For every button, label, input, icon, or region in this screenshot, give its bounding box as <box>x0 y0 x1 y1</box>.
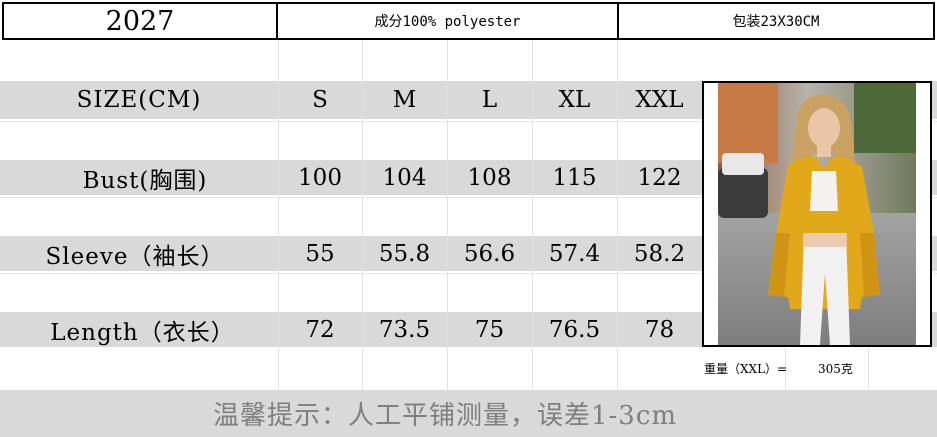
length-xl: 76.5 <box>548 316 601 343</box>
package-text: 包装23X30CM <box>732 14 820 30</box>
product-code: 2027 <box>105 5 175 37</box>
measurement-note: 温馨提示：人工平铺测量，误差1-3cm <box>212 401 678 431</box>
size-l: L <box>481 87 498 113</box>
sleeve-xl: 57.4 <box>548 240 601 267</box>
sleeve-m: 55.8 <box>378 240 431 267</box>
product-photo <box>702 81 932 347</box>
sleeve-label: Sleeve（袖长） <box>45 243 225 270</box>
sleeve-xxl: 58.2 <box>633 240 686 267</box>
bust-l: 108 <box>467 164 512 191</box>
length-s: 72 <box>305 316 335 343</box>
bust-s: 100 <box>298 164 342 191</box>
size-xl: XL <box>558 87 591 113</box>
bust-label: Bust(胸围) <box>82 167 208 194</box>
bust-m: 104 <box>382 164 427 191</box>
sleeve-s: 55 <box>305 240 335 267</box>
grid-line <box>868 347 869 390</box>
package-cell: 包装23X30CM <box>617 2 935 40</box>
size-s: S <box>312 87 328 113</box>
size-xxl: XXL <box>635 87 684 113</box>
product-code-cell: 2027 <box>2 2 278 40</box>
size-m: M <box>392 87 417 113</box>
sleeve-l: 56.6 <box>463 240 516 267</box>
model-illustration <box>718 83 916 345</box>
material-cell: 成分100% polyester <box>276 2 619 40</box>
length-label: Length（衣长） <box>50 319 235 346</box>
weight-label: 重量（XXL）= <box>704 362 788 376</box>
length-l: 75 <box>474 316 505 343</box>
material-text: 成分100% polyester <box>374 14 521 30</box>
length-xxl: 78 <box>644 316 675 343</box>
bust-xxl: 122 <box>637 164 682 191</box>
bust-xl: 115 <box>552 164 597 191</box>
size-unit-label: SIZE(CM) <box>76 87 202 113</box>
length-m: 73.5 <box>378 316 431 343</box>
weight-value: 305克 <box>818 362 853 376</box>
